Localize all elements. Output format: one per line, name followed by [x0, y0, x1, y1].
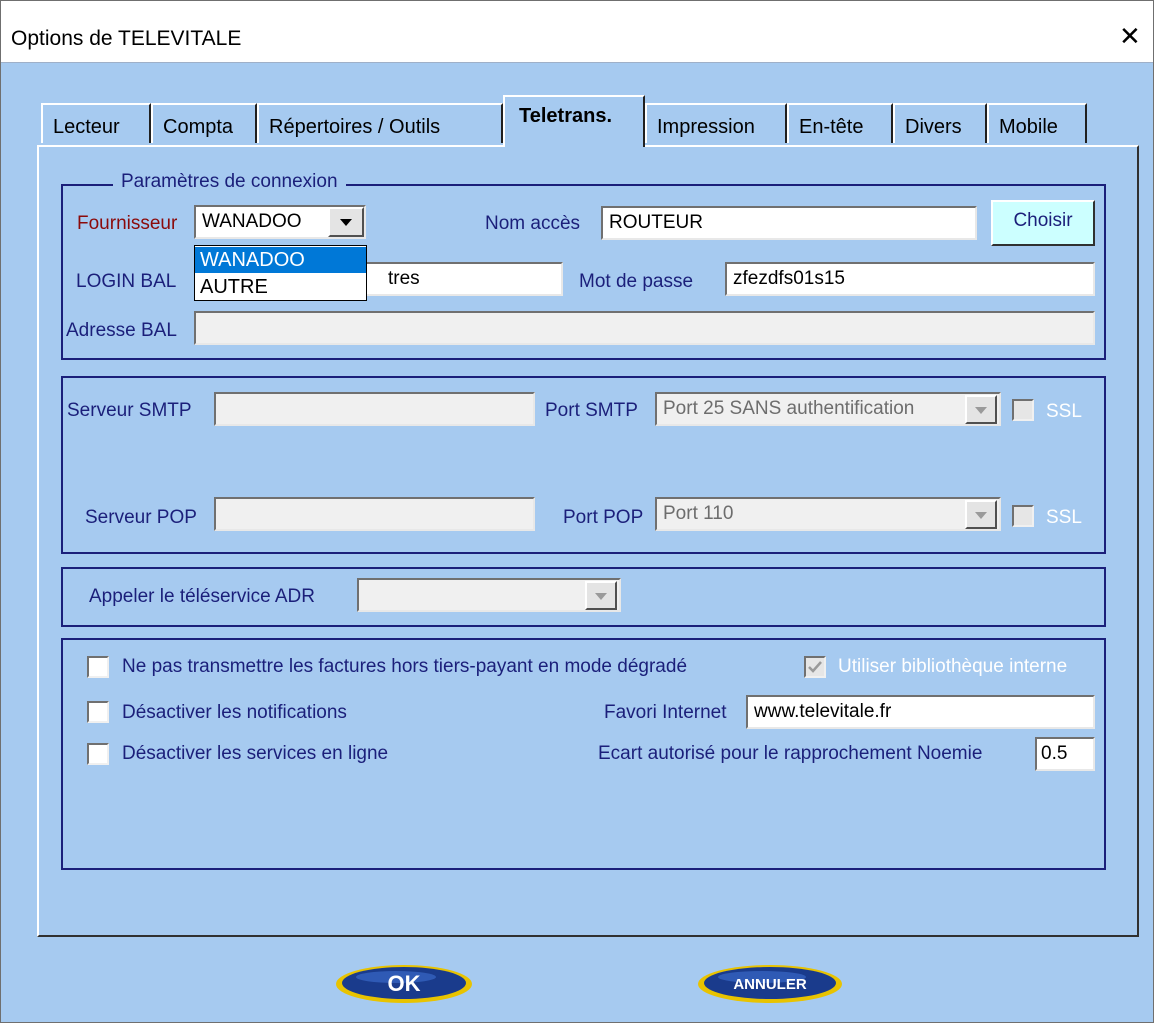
ok-button[interactable]: OK	[334, 963, 474, 1005]
tab-lecteur[interactable]: Lecteur	[41, 103, 151, 143]
tab-teletrans[interactable]: Teletrans.	[503, 95, 645, 147]
annuler-label: ANNULER	[733, 976, 806, 993]
tab-label: Impression	[657, 116, 755, 138]
mot-de-passe-label: Mot de passe	[579, 271, 694, 292]
annuler-button-shape: ANNULER	[698, 965, 842, 1003]
tab-repertoires-outils[interactable]: Répertoires / Outils	[257, 103, 503, 143]
dropdown-option-autre[interactable]: AUTRE	[195, 274, 366, 300]
port-pop-value: Port 110	[663, 503, 734, 524]
favori-internet-field[interactable]: www.televitale.fr	[746, 695, 1095, 729]
serveur-smtp-label: Serveur SMTP	[67, 400, 192, 421]
tab-label: En-tête	[799, 116, 864, 138]
port-smtp-dropdown-button[interactable]	[965, 395, 997, 424]
dropdown-option-wanadoo[interactable]: WANADOO	[195, 247, 366, 273]
serveur-pop-label: Serveur POP	[85, 507, 197, 528]
desactiver-notifications-label: Désactiver les notifications	[122, 702, 347, 723]
port-smtp-value: Port 25 SANS authentification	[663, 398, 915, 419]
fournisseur-dropdown-button[interactable]	[328, 207, 364, 237]
serveur-smtp-field[interactable]	[214, 392, 535, 426]
ecart-label: Ecart autorisé pour le rapprochement Noe…	[598, 743, 983, 764]
desactiver-services-checkbox[interactable]	[87, 743, 109, 765]
ne-pas-transmettre-label: Ne pas transmettre les factures hors tie…	[122, 656, 688, 677]
port-pop-label: Port POP	[563, 507, 644, 528]
port-smtp-select[interactable]: Port 25 SANS authentification	[655, 392, 1001, 426]
tab-label: Lecteur	[53, 116, 120, 138]
serveur-pop-field[interactable]	[214, 497, 535, 531]
ssl-pop-label: SSL	[1046, 507, 1082, 528]
tab-label: Compta	[163, 116, 234, 138]
group-legend: Paramètres de connexion	[113, 171, 346, 193]
title-bar: Options de TELEVITALE ✕	[1, 1, 1153, 63]
tab-label: Teletrans.	[519, 105, 612, 127]
utiliser-bibliotheque-checkbox[interactable]	[804, 656, 826, 678]
choisir-button[interactable]: Choisir	[991, 200, 1095, 246]
close-icon[interactable]: ✕	[1119, 23, 1141, 49]
ssl-smtp-checkbox[interactable]	[1012, 399, 1034, 421]
tab-divers[interactable]: Divers	[893, 103, 987, 143]
tab-mobile[interactable]: Mobile	[987, 103, 1087, 143]
chevron-down-icon	[975, 511, 987, 519]
tab-label: Divers	[905, 116, 962, 138]
adr-label: Appeler le téléservice ADR	[89, 586, 315, 607]
mot-de-passe-field[interactable]: zfezdfs01s15	[725, 262, 1095, 296]
ssl-smtp-label: SSL	[1046, 401, 1082, 422]
adresse-bal-field[interactable]	[194, 311, 1095, 345]
checkmark-icon	[808, 661, 822, 673]
chevron-down-icon	[975, 406, 987, 414]
ecart-field[interactable]: 0.5	[1035, 737, 1095, 771]
adresse-bal-label: Adresse BAL	[66, 320, 177, 341]
tab-label: Mobile	[999, 116, 1058, 138]
annuler-button[interactable]: ANNULER	[696, 963, 844, 1005]
port-smtp-label: Port SMTP	[545, 400, 638, 421]
ne-pas-transmettre-checkbox[interactable]	[87, 656, 109, 678]
ssl-pop-checkbox[interactable]	[1012, 505, 1034, 527]
fournisseur-value: WANADOO	[202, 211, 302, 232]
port-pop-dropdown-button[interactable]	[965, 500, 997, 529]
nom-acces-label: Nom accès	[485, 213, 581, 234]
tab-label: Répertoires / Outils	[269, 116, 441, 138]
tab-en-tete[interactable]: En-tête	[787, 103, 893, 143]
ok-label: OK	[388, 971, 421, 996]
adr-select[interactable]	[357, 578, 621, 612]
fournisseur-dropdown-list: WANADOO AUTRE	[194, 245, 367, 301]
tab-impression[interactable]: Impression	[645, 103, 787, 143]
port-pop-select[interactable]: Port 110	[655, 497, 1001, 531]
window-title: Options de TELEVITALE	[11, 27, 242, 50]
options-dialog: Options de TELEVITALE ✕ Lecteur Compta R…	[0, 0, 1154, 1023]
login-bal-label: LOGIN BAL	[76, 271, 177, 292]
tab-compta[interactable]: Compta	[151, 103, 257, 143]
favori-internet-label: Favori Internet	[604, 702, 727, 723]
fournisseur-label: Fournisseur	[77, 213, 178, 234]
utiliser-bibliotheque-label: Utiliser bibliothèque interne	[838, 656, 1068, 677]
nom-acces-field[interactable]: ROUTEUR	[601, 206, 977, 240]
adr-dropdown-button[interactable]	[585, 581, 617, 610]
chevron-down-icon	[595, 592, 607, 600]
desactiver-services-label: Désactiver les services en ligne	[122, 743, 389, 764]
chevron-down-icon	[340, 219, 352, 226]
desactiver-notifications-checkbox[interactable]	[87, 701, 109, 723]
ok-button-shape: OK	[336, 965, 472, 1003]
